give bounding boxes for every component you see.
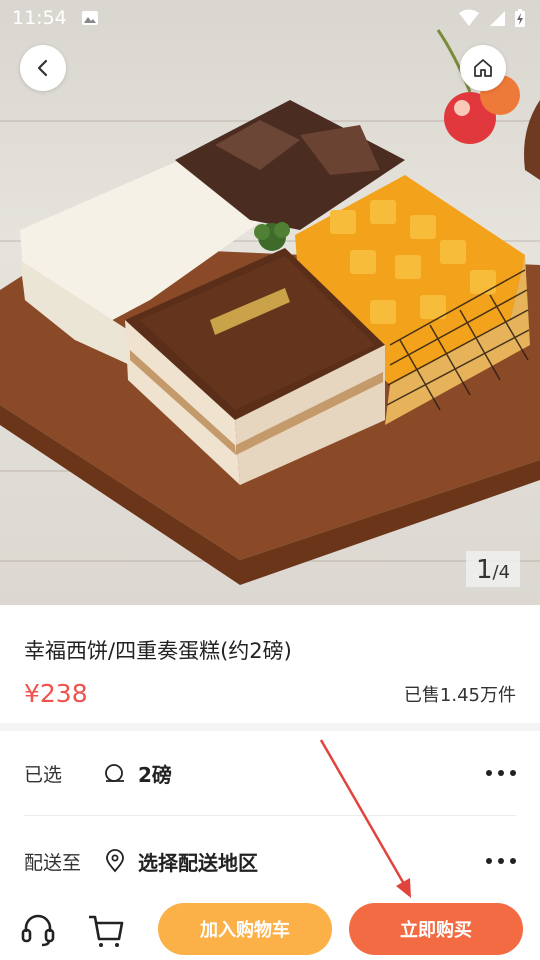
- image-counter: 1 /4: [466, 551, 520, 587]
- status-bar: 11:54: [0, 0, 540, 36]
- selected-value: 2磅: [138, 762, 172, 787]
- wifi-icon: [459, 9, 479, 26]
- sold-count: 已售1.45万件: [403, 684, 516, 706]
- bottom-action-bar: 加入购物车 立即购买: [0, 892, 540, 960]
- image-counter-total: /4: [492, 562, 511, 583]
- row-divider: [24, 815, 516, 816]
- product-image-carousel[interactable]: 1 /4: [0, 0, 540, 605]
- product-price: ¥238: [24, 679, 88, 708]
- section-divider: [0, 723, 540, 731]
- image-notification-icon: [81, 11, 98, 25]
- signal-icon: [490, 11, 505, 26]
- selected-spec-row[interactable]: 已选 2磅: [0, 731, 540, 815]
- home-icon: [474, 59, 492, 77]
- delivery-row[interactable]: 配送至 选择配送地区: [0, 819, 540, 903]
- shopping-cart-icon: [89, 915, 124, 947]
- cart-button[interactable]: [86, 910, 126, 950]
- home-button[interactable]: [460, 45, 506, 91]
- image-counter-current: 1: [475, 555, 493, 585]
- product-title: 幸福西饼/四重奏蛋糕(约2磅): [24, 639, 292, 663]
- back-button[interactable]: [20, 45, 66, 91]
- cake-size-icon: [105, 764, 124, 782]
- add-to-cart-button[interactable]: 加入购物车: [158, 903, 332, 955]
- product-image: [0, 29, 540, 585]
- battery-icon: [515, 9, 525, 27]
- more-icon[interactable]: [486, 858, 516, 864]
- buy-now-button[interactable]: 立即购买: [349, 903, 523, 955]
- headset-icon: [21, 914, 55, 947]
- location-pin-icon: [106, 849, 124, 873]
- selected-label: 已选: [24, 763, 63, 786]
- more-icon[interactable]: [486, 770, 516, 776]
- customer-service-button[interactable]: [18, 910, 58, 950]
- chevron-left-icon: [37, 59, 48, 77]
- product-info: 幸福西饼/四重奏蛋糕(约2磅) ¥238 已售1.45万件: [0, 605, 540, 723]
- delivery-value: 选择配送地区: [138, 850, 258, 875]
- status-time: 11:54: [12, 7, 67, 29]
- delivery-label: 配送至: [24, 851, 82, 874]
